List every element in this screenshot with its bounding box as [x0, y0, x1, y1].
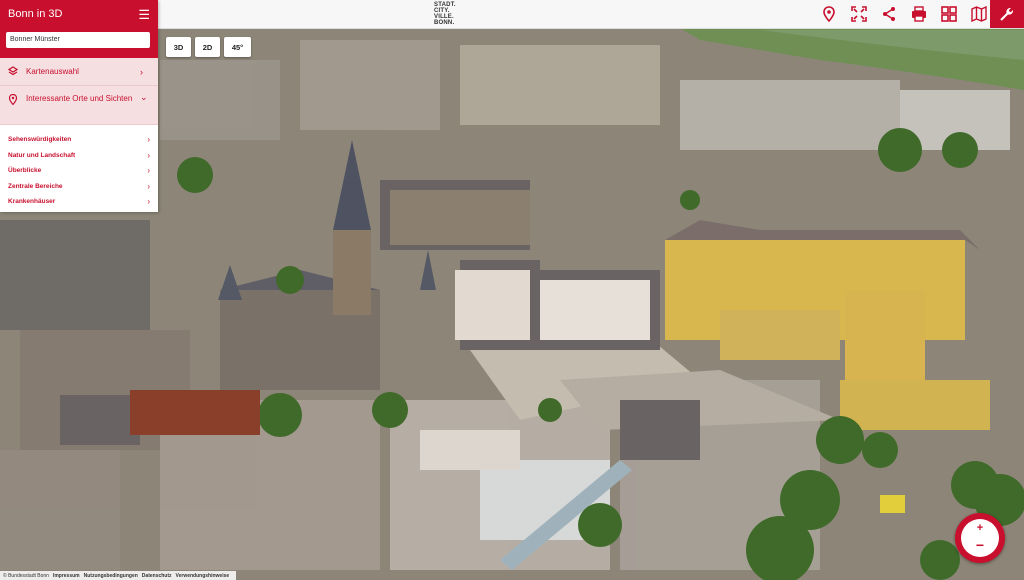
category-item[interactable]: Sehenswürdigkeiten ›: [8, 132, 150, 148]
chevron-right-icon: ›: [147, 135, 150, 145]
layers-icon: [7, 65, 20, 78]
zoom-control[interactable]: + −: [955, 513, 1005, 563]
category-item[interactable]: Zentrale Bereiche ›: [8, 179, 150, 195]
category-label: Natur und Landschaft: [8, 151, 76, 159]
fullscreen-icon[interactable]: [849, 4, 869, 24]
search-input[interactable]: [6, 31, 150, 48]
accordion-label: Interessante Orte und Sichten: [26, 94, 133, 103]
share-icon[interactable]: [879, 4, 899, 24]
view-2d-button[interactable]: 2D: [195, 37, 220, 57]
footer: © Bundesstadt Bonn Impressum Nutzungsbed…: [0, 571, 237, 580]
wrench-icon[interactable]: [990, 0, 1024, 28]
print-icon[interactable]: [909, 4, 929, 24]
chevron-right-icon: ›: [147, 197, 150, 207]
top-toolbar: STADT. CITY. VILLE. BONN.: [158, 0, 1024, 29]
category-label: Überblicke: [8, 167, 42, 175]
city-logo: STADT. CITY. VILLE. BONN.: [434, 2, 458, 26]
chevron-right-icon: ›: [147, 150, 150, 160]
chevron-down-icon: ⌄: [140, 92, 148, 102]
pin-icon: [8, 93, 20, 107]
chevron-right-icon: ›: [147, 181, 150, 191]
category-item[interactable]: Krankenhäuser ›: [8, 194, 150, 210]
footer-link-impressum[interactable]: Impressum: [53, 573, 80, 579]
category-label: Sehenswürdigkeiten: [8, 136, 72, 144]
zoom-in-button[interactable]: +: [961, 522, 999, 534]
accordion-label: Kartenauswahl: [26, 67, 79, 76]
accordion-interessante-orte[interactable]: Interessante Orte und Sichten ⌄: [0, 86, 158, 125]
zoom-control-face: + −: [961, 519, 999, 557]
footer-link-verwendungshinweise[interactable]: Verwendungshinweise: [176, 573, 230, 579]
footer-link-nutzungsbedingungen[interactable]: Nutzungsbedingungen: [84, 573, 138, 579]
logo-line: BONN.: [434, 20, 455, 26]
chevron-right-icon: ›: [147, 166, 150, 176]
app-title: Bonn in 3D: [8, 8, 63, 20]
sidebar: Bonn in 3D ☰ Kartenauswahl › Interessant…: [0, 0, 158, 212]
location-icon[interactable]: [819, 4, 839, 24]
grid-icon[interactable]: [939, 4, 959, 24]
map-icon[interactable]: [969, 4, 989, 24]
sidebar-header: Bonn in 3D ☰: [0, 0, 158, 28]
category-item[interactable]: Überblicke ›: [8, 163, 150, 179]
copyright-text: © Bundesstadt Bonn: [3, 572, 49, 579]
accordion-kartenauswahl[interactable]: Kartenauswahl ›: [0, 58, 158, 86]
category-list: Sehenswürdigkeiten › Natur und Landschaft…: [0, 125, 158, 210]
chevron-right-icon: ›: [140, 66, 143, 77]
menu-icon[interactable]: ☰: [138, 8, 150, 21]
category-label: Krankenhäuser: [8, 198, 56, 206]
view-45-button[interactable]: 45°: [224, 37, 251, 57]
category-label: Zentrale Bereiche: [8, 182, 63, 190]
zoom-out-button[interactable]: −: [961, 537, 999, 553]
view-3d-button[interactable]: 3D: [166, 37, 191, 57]
category-item[interactable]: Natur und Landschaft ›: [8, 148, 150, 164]
footer-link-datenschutz[interactable]: Datenschutz: [142, 573, 172, 579]
search-area: [0, 28, 158, 58]
